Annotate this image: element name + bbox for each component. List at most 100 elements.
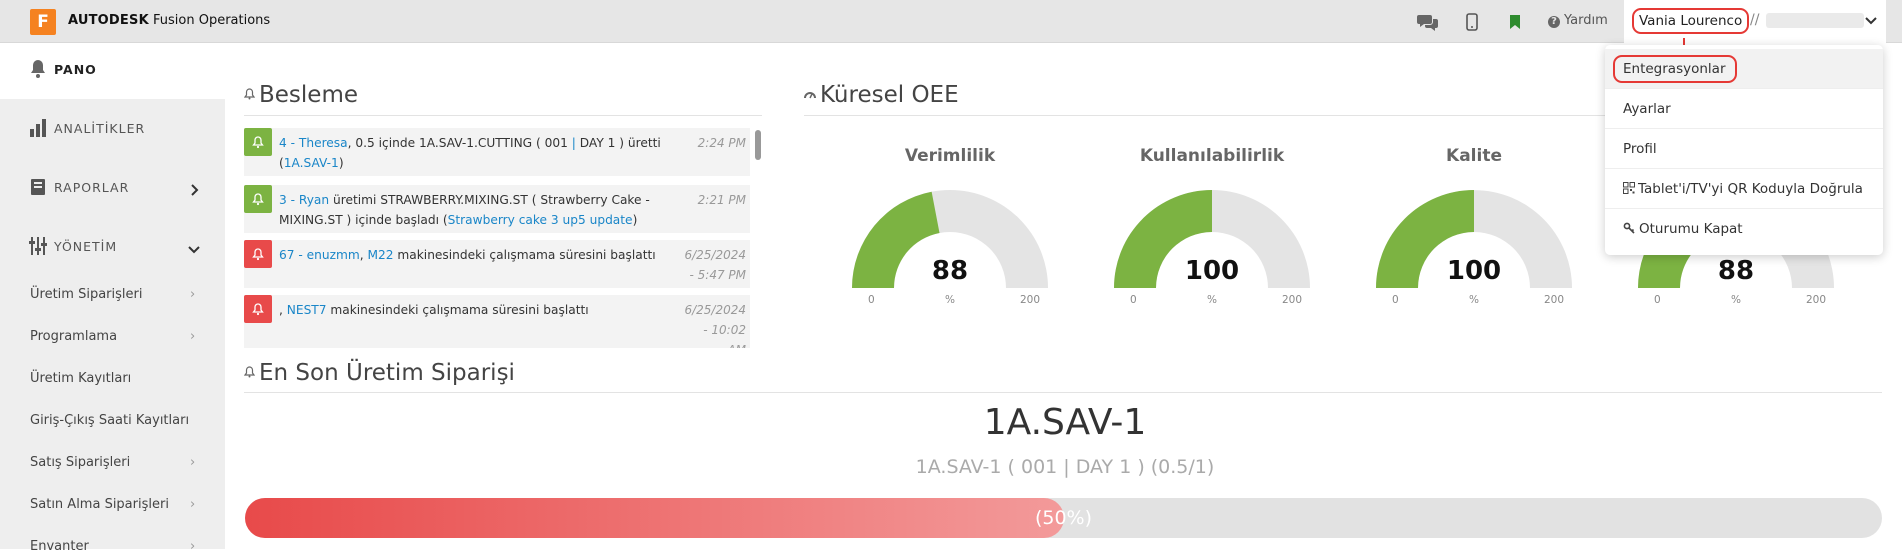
- user-name[interactable]: Vania Lourenco: [1632, 8, 1750, 34]
- feed-text-part: makinesindeki çalışmama süresini başlatt…: [393, 248, 656, 262]
- gauge-min: 0: [1654, 294, 1661, 306]
- sidebar-label-analitikler: ANALİTİKLER: [54, 120, 146, 136]
- sidebar-sub-envanter[interactable]: Envanter: [30, 539, 89, 554]
- bell-icon: [244, 185, 272, 213]
- feed-text-part: ): [632, 213, 638, 227]
- bell-icon: [243, 80, 256, 106]
- gauge-unit: %: [945, 294, 955, 306]
- sidebar-item-raporlar[interactable]: RAPORLAR: [28, 177, 129, 197]
- gauge-min: 0: [1392, 294, 1399, 306]
- help-icon: ?: [1548, 16, 1560, 28]
- sidebar-sub-satin-alma[interactable]: Satın Alma Siparişleri: [30, 497, 169, 512]
- feed-order-link[interactable]: 1A.SAV-1: [284, 156, 339, 170]
- brand-bold: AUTODESK: [68, 13, 149, 28]
- last-order-title-text: En Son Üretim Siparişi: [259, 360, 515, 386]
- sidebar-label-yonetim: YÖNETİM: [54, 238, 118, 254]
- sidebar-item-analitikler[interactable]: ANALİTİKLER: [28, 118, 145, 138]
- feed-user-link[interactable]: 3 - Ryan: [279, 193, 329, 207]
- sidebar-item-yonetim[interactable]: YÖNETİM: [28, 236, 117, 256]
- bell-icon: [243, 358, 256, 384]
- feed-item[interactable]: 67 - enuzmm, M22 makinesindeki çalışmama…: [244, 240, 750, 288]
- feed-scrollbar[interactable]: [755, 130, 761, 160]
- top-bar: F AUTODESK Fusion Operations ? Yardım Van…: [0, 0, 1902, 43]
- gauge-max: 200: [1020, 294, 1041, 306]
- chevron-right-icon[interactable]: ›: [190, 455, 195, 470]
- menu-label-row: Tablet'i/TV'yi QR Koduyla Doğrula: [1623, 181, 1863, 197]
- sidebar-sub-uretim-siparisleri[interactable]: Üretim Siparişleri: [30, 287, 142, 302]
- chevron-right-icon[interactable]: [188, 181, 200, 200]
- bell-icon: [28, 59, 48, 79]
- oee-title-text: Küresel OEE: [820, 82, 959, 108]
- brand-rest: Fusion Operations: [153, 13, 271, 28]
- gauge-title: Kullanılabilirlik: [1139, 146, 1285, 166]
- gauge-value: 88: [1717, 256, 1755, 286]
- order-progress-label: (50%): [1034, 507, 1093, 529]
- help-link[interactable]: ? Yardım: [1548, 13, 1608, 28]
- feed-item[interactable]: , NEST7 makinesindeki çalışmama süresini…: [244, 295, 750, 348]
- user-separator: //: [1750, 12, 1760, 28]
- feed-item[interactable]: 4 - Theresa, 0.5 içinde 1A.SAV-1.CUTTING…: [244, 128, 750, 176]
- menu-item-ayarlar[interactable]: Ayarlar: [1605, 89, 1883, 129]
- feed-text-part: ,: [279, 303, 287, 317]
- brand-name: AUTODESK Fusion Operations: [68, 13, 270, 28]
- user-menu[interactable]: Vania Lourenco //: [1624, 0, 1886, 43]
- menu-item-logout[interactable]: Oturumu Kapat: [1605, 209, 1883, 249]
- gauge-title: Verimlilik: [904, 146, 996, 166]
- book-icon: [28, 177, 48, 197]
- bookmark-icon[interactable]: [1503, 10, 1527, 34]
- feed-user-link[interactable]: 4 - Theresa: [279, 136, 348, 150]
- feed-item[interactable]: 3 - Ryan üretimi STRAWBERRY.MIXING.ST ( …: [244, 185, 750, 233]
- menu-item-qr-verify[interactable]: Tablet'i/TV'yi QR Koduyla Doğrula: [1605, 169, 1883, 209]
- mobile-device-icon[interactable]: [1460, 10, 1484, 34]
- help-label: Yardım: [1564, 13, 1608, 28]
- chevron-right-icon[interactable]: ›: [190, 497, 195, 512]
- chevron-right-icon[interactable]: ›: [190, 329, 195, 344]
- feed-item-time: 2:21 PM: [697, 193, 746, 207]
- feed-item-text: 67 - enuzmm, M22 makinesindeki çalışmama…: [279, 245, 669, 265]
- sidebar-item-pano-row[interactable]: PANO: [28, 59, 97, 79]
- gauge-min: 0: [1130, 294, 1137, 306]
- chevron-down-icon[interactable]: [1864, 13, 1878, 32]
- fusion-logo-icon[interactable]: F: [30, 9, 56, 35]
- chevron-right-icon[interactable]: ›: [190, 287, 195, 302]
- order-id[interactable]: 1A.SAV-1: [700, 402, 1430, 443]
- feed-text-part: makinesindeki çalışmama süresini başlatt…: [326, 303, 589, 317]
- feed-item-time: 6/25/2024 - 5:47 PM: [684, 248, 746, 282]
- user-dropdown-menu: Entegrasyonlar Ayarlar Profil Tablet'i/T…: [1605, 45, 1883, 255]
- menu-item-entegrasyonlar[interactable]: Entegrasyonlar: [1605, 49, 1883, 89]
- bell-icon: [244, 128, 272, 156]
- sidebar-sub-satis-siparisleri[interactable]: Satış Siparişleri: [30, 455, 130, 470]
- last-order-title: En Son Üretim Siparişi: [243, 358, 515, 386]
- feed-item-text: 3 - Ryan üretimi STRAWBERRY.MIXING.ST ( …: [279, 190, 669, 230]
- feed-title-text: Besleme: [259, 82, 359, 108]
- feed-divider: [244, 115, 762, 116]
- sidebar-label-raporlar: RAPORLAR: [54, 179, 130, 195]
- feed-text-part: ,: [359, 248, 368, 262]
- menu-label-row: Oturumu Kapat: [1623, 221, 1743, 237]
- gauge-value: 100: [1184, 256, 1240, 286]
- dashboard-icon: [804, 80, 816, 106]
- gauge-max: 200: [1806, 294, 1827, 306]
- last-order-divider: [244, 392, 1882, 393]
- feed-machine-link[interactable]: M22: [368, 248, 394, 262]
- sidebar-sub-uretim-kayitlari[interactable]: Üretim Kayıtları: [30, 371, 131, 386]
- sliders-icon: [28, 236, 48, 256]
- chevron-down-icon[interactable]: [188, 240, 200, 259]
- key-icon: [1623, 221, 1639, 237]
- gauge-unit: %: [1469, 294, 1479, 306]
- sidebar-sub-giris-cikis[interactable]: Giriş-Çıkış Saati Kayıtları: [30, 413, 189, 428]
- redacted-field: [1766, 13, 1864, 28]
- bar-chart-icon: [28, 118, 48, 138]
- feed-machine-link[interactable]: NEST7: [287, 303, 327, 317]
- chevron-right-icon[interactable]: ›: [190, 539, 195, 554]
- gauge-max: 200: [1282, 294, 1303, 306]
- sidebar-sub-programlama[interactable]: Programlama: [30, 329, 117, 344]
- order-detail: 1A.SAV-1 ( 001 | DAY 1 ) (0.5/1): [915, 456, 1215, 478]
- feed-user-link[interactable]: 67 - enuzmm: [279, 248, 360, 262]
- feed-text-part: , 0.5 içinde 1A.SAV-1.CUTTING ( 001: [347, 136, 572, 150]
- gauge-min: 0: [868, 294, 875, 306]
- chat-icon[interactable]: [1416, 10, 1440, 34]
- feed-order-link[interactable]: Strawberry cake 3 up5 update: [448, 213, 633, 227]
- menu-item-profil[interactable]: Profil: [1605, 129, 1883, 169]
- gauge-max: 200: [1544, 294, 1565, 306]
